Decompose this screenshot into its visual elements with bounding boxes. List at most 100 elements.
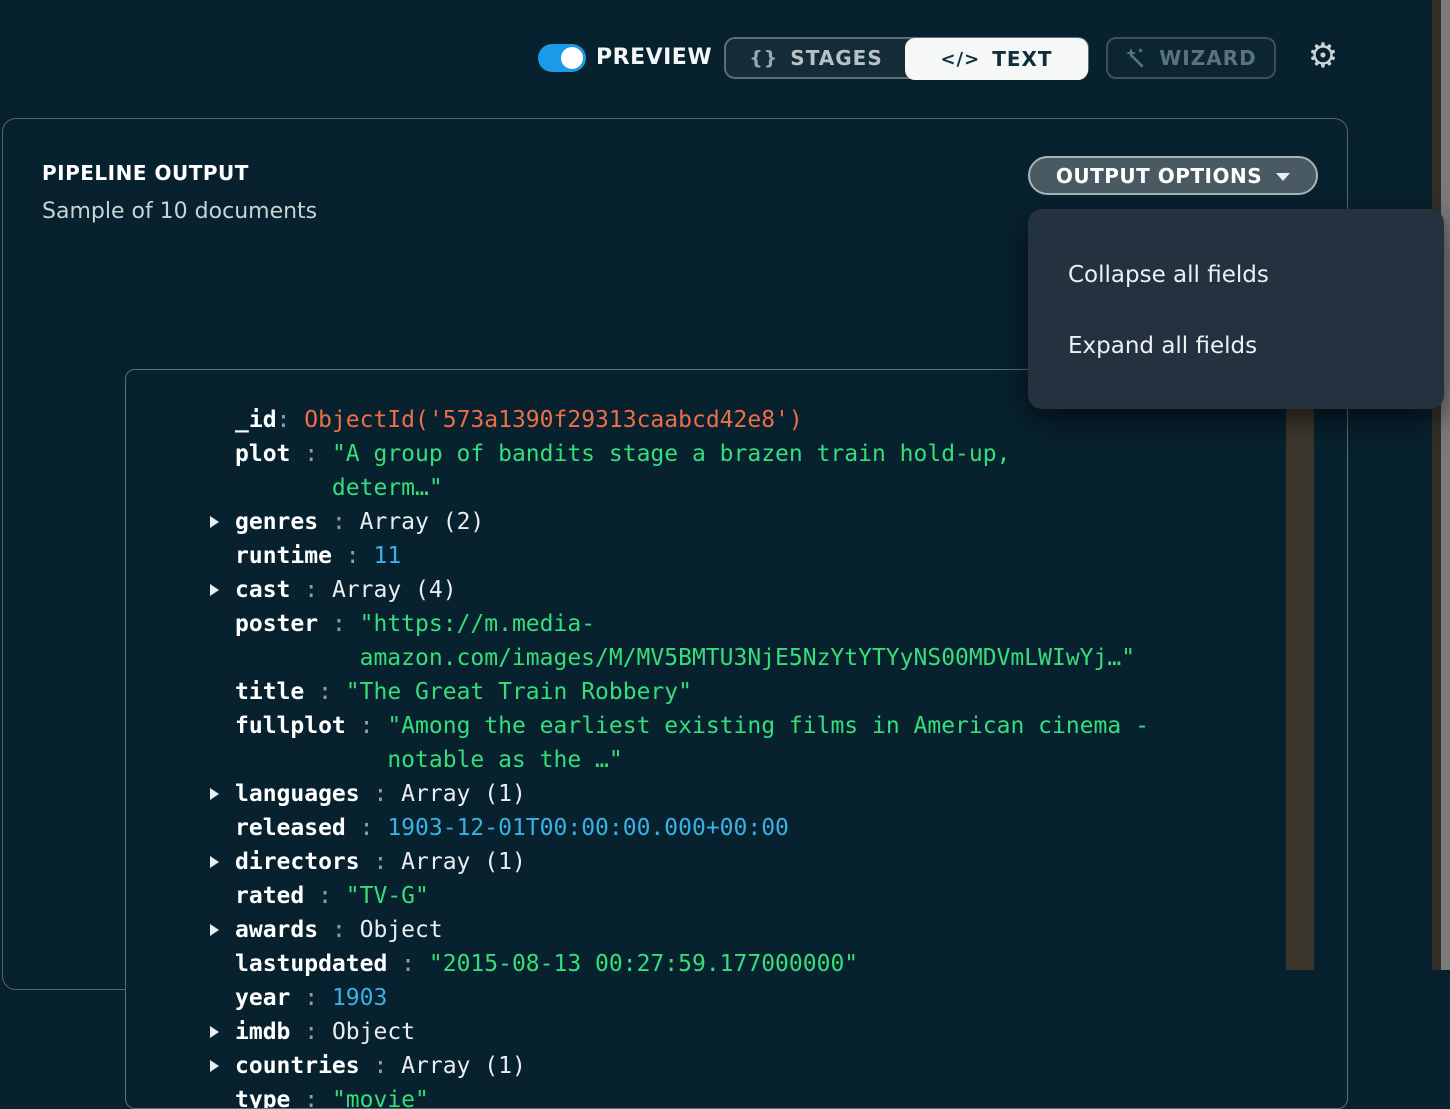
caret-spacer	[208, 1083, 235, 1109]
field-separator: :	[360, 781, 402, 807]
code-icon: </>	[940, 49, 980, 70]
field-value: Array (4)	[332, 577, 457, 603]
field-value: "TV-G"	[346, 883, 429, 909]
field-value: Array (1)	[401, 849, 526, 875]
caret-spacer	[208, 981, 235, 1015]
field-key: fullplot	[235, 713, 346, 739]
document-row-languages: languages : Array (1)	[126, 777, 1347, 811]
document-row-poster: poster : "https://m.media-amazon.com/ima…	[126, 607, 1347, 675]
toggle-knob	[561, 47, 583, 69]
field-content: cast : Array (4)	[235, 573, 457, 607]
field-content: rated : "TV-G"	[235, 879, 429, 913]
document-row-type: type : "movie"	[126, 1083, 1347, 1109]
field-value: "movie"	[332, 1087, 429, 1109]
tab-text[interactable]: </> TEXT	[905, 38, 1088, 80]
field-content: countries : Array (1)	[235, 1049, 526, 1083]
field-content: fullplot : "Among the earliest existing …	[235, 709, 1149, 777]
field-separator: :	[290, 985, 332, 1011]
document-row-released: released : 1903-12-01T00:00:00.000+00:00	[126, 811, 1347, 845]
expand-caret-icon[interactable]	[208, 845, 235, 879]
field-value-wrapped: determ…"	[332, 471, 1011, 505]
field-content: poster : "https://m.media-amazon.com/ima…	[235, 607, 1135, 675]
field-value: 1903	[332, 985, 387, 1011]
field-separator: :	[304, 883, 346, 909]
field-content: type : "movie"	[235, 1083, 429, 1109]
wizard-button-label: WIZARD	[1159, 46, 1256, 70]
field-content: runtime : 11	[235, 539, 401, 573]
field-key: genres	[235, 509, 318, 535]
expand-caret-icon[interactable]	[208, 573, 235, 607]
field-separator: :	[290, 1019, 332, 1045]
caret-spacer	[208, 675, 235, 709]
caret-spacer	[208, 709, 235, 777]
field-value: "The Great Train Robbery"	[346, 679, 692, 705]
field-separator: :	[290, 577, 332, 603]
field-value: "2015-08-13 00:27:59.177000000"	[429, 951, 858, 977]
field-value: Array (2)	[360, 509, 485, 535]
field-value: 1903-12-01T00:00:00.000+00:00	[387, 815, 789, 841]
expand-caret-icon[interactable]	[208, 505, 235, 539]
panel-title: PIPELINE OUTPUT	[42, 161, 249, 185]
chevron-down-icon	[1276, 173, 1290, 181]
caret-spacer	[208, 607, 235, 675]
document-row-cast: cast : Array (4)	[126, 573, 1347, 607]
menu-item-expand-all-fields[interactable]: Expand all fields	[1028, 310, 1444, 381]
page-scrollbar-thumb[interactable]	[1441, 0, 1450, 970]
toolbar: PREVIEW {} STAGES </> TEXT WIZARD ⚙	[0, 0, 1450, 118]
field-key: title	[235, 679, 304, 705]
field-content: year : 1903	[235, 981, 387, 1015]
document-row-awards: awards : Object	[126, 913, 1347, 947]
field-content: awards : Object	[235, 913, 443, 947]
field-content: languages : Array (1)	[235, 777, 526, 811]
field-content: imdb : Object	[235, 1015, 415, 1049]
output-options-label: OUTPUT OPTIONS	[1056, 164, 1262, 188]
field-separator: :	[304, 679, 346, 705]
field-key: lastupdated	[235, 951, 387, 977]
field-separator: :	[318, 509, 360, 535]
document-row-title: title : "The Great Train Robbery"	[126, 675, 1347, 709]
field-value-wrapped: notable as the …"	[387, 743, 1149, 777]
field-key: rated	[235, 883, 304, 909]
field-value: ObjectId('573a1390f29313caabcd42e8')	[304, 407, 803, 433]
field-separator: :	[332, 543, 374, 569]
field-key: poster	[235, 611, 318, 637]
field-separator: :	[346, 815, 388, 841]
output-options-menu: Collapse all fieldsExpand all fields	[1028, 209, 1444, 409]
tab-stages-label: STAGES	[790, 46, 882, 70]
field-separator: :	[318, 917, 360, 943]
expand-caret-icon[interactable]	[208, 913, 235, 947]
field-separator: :	[290, 1087, 332, 1109]
tab-stages[interactable]: {} STAGES	[726, 39, 906, 77]
document-row-lastupdated: lastupdated : "2015-08-13 00:27:59.17700…	[126, 947, 1347, 981]
field-separator: :	[387, 951, 429, 977]
gear-icon[interactable]: ⚙	[1303, 36, 1343, 76]
field-key: imdb	[235, 1019, 290, 1045]
document-scrollbar-thumb[interactable]	[1286, 408, 1314, 970]
field-value: 11	[373, 543, 401, 569]
caret-spacer	[208, 879, 235, 913]
wizard-button[interactable]: WIZARD	[1106, 37, 1276, 79]
braces-icon: {}	[749, 47, 778, 69]
caret-spacer	[208, 403, 235, 437]
expand-caret-icon[interactable]	[208, 777, 235, 811]
field-key: year	[235, 985, 290, 1011]
document-row-rated: rated : "TV-G"	[126, 879, 1347, 913]
output-options-button[interactable]: OUTPUT OPTIONS	[1028, 156, 1318, 195]
field-value: Object	[360, 917, 443, 943]
document-preview-container: _id: ObjectId('573a1390f29313caabcd42e8'…	[125, 369, 1348, 1109]
field-key: languages	[235, 781, 360, 807]
caret-spacer	[208, 539, 235, 573]
document-row-genres: genres : Array (2)	[126, 505, 1347, 539]
document-row-plot: plot : "A group of bandits stage a braze…	[126, 437, 1347, 505]
field-separator: :	[277, 407, 305, 433]
preview-toggle[interactable]	[538, 44, 586, 72]
document-row-year: year : 1903	[126, 981, 1347, 1015]
expand-caret-icon[interactable]	[208, 1015, 235, 1049]
menu-item-collapse-all-fields[interactable]: Collapse all fields	[1028, 239, 1444, 310]
field-key: plot	[235, 441, 290, 467]
panel-subtitle: Sample of 10 documents	[42, 199, 317, 224]
field-separator: :	[290, 441, 332, 467]
expand-caret-icon[interactable]	[208, 1049, 235, 1083]
field-key: countries	[235, 1053, 360, 1079]
field-key: runtime	[235, 543, 332, 569]
